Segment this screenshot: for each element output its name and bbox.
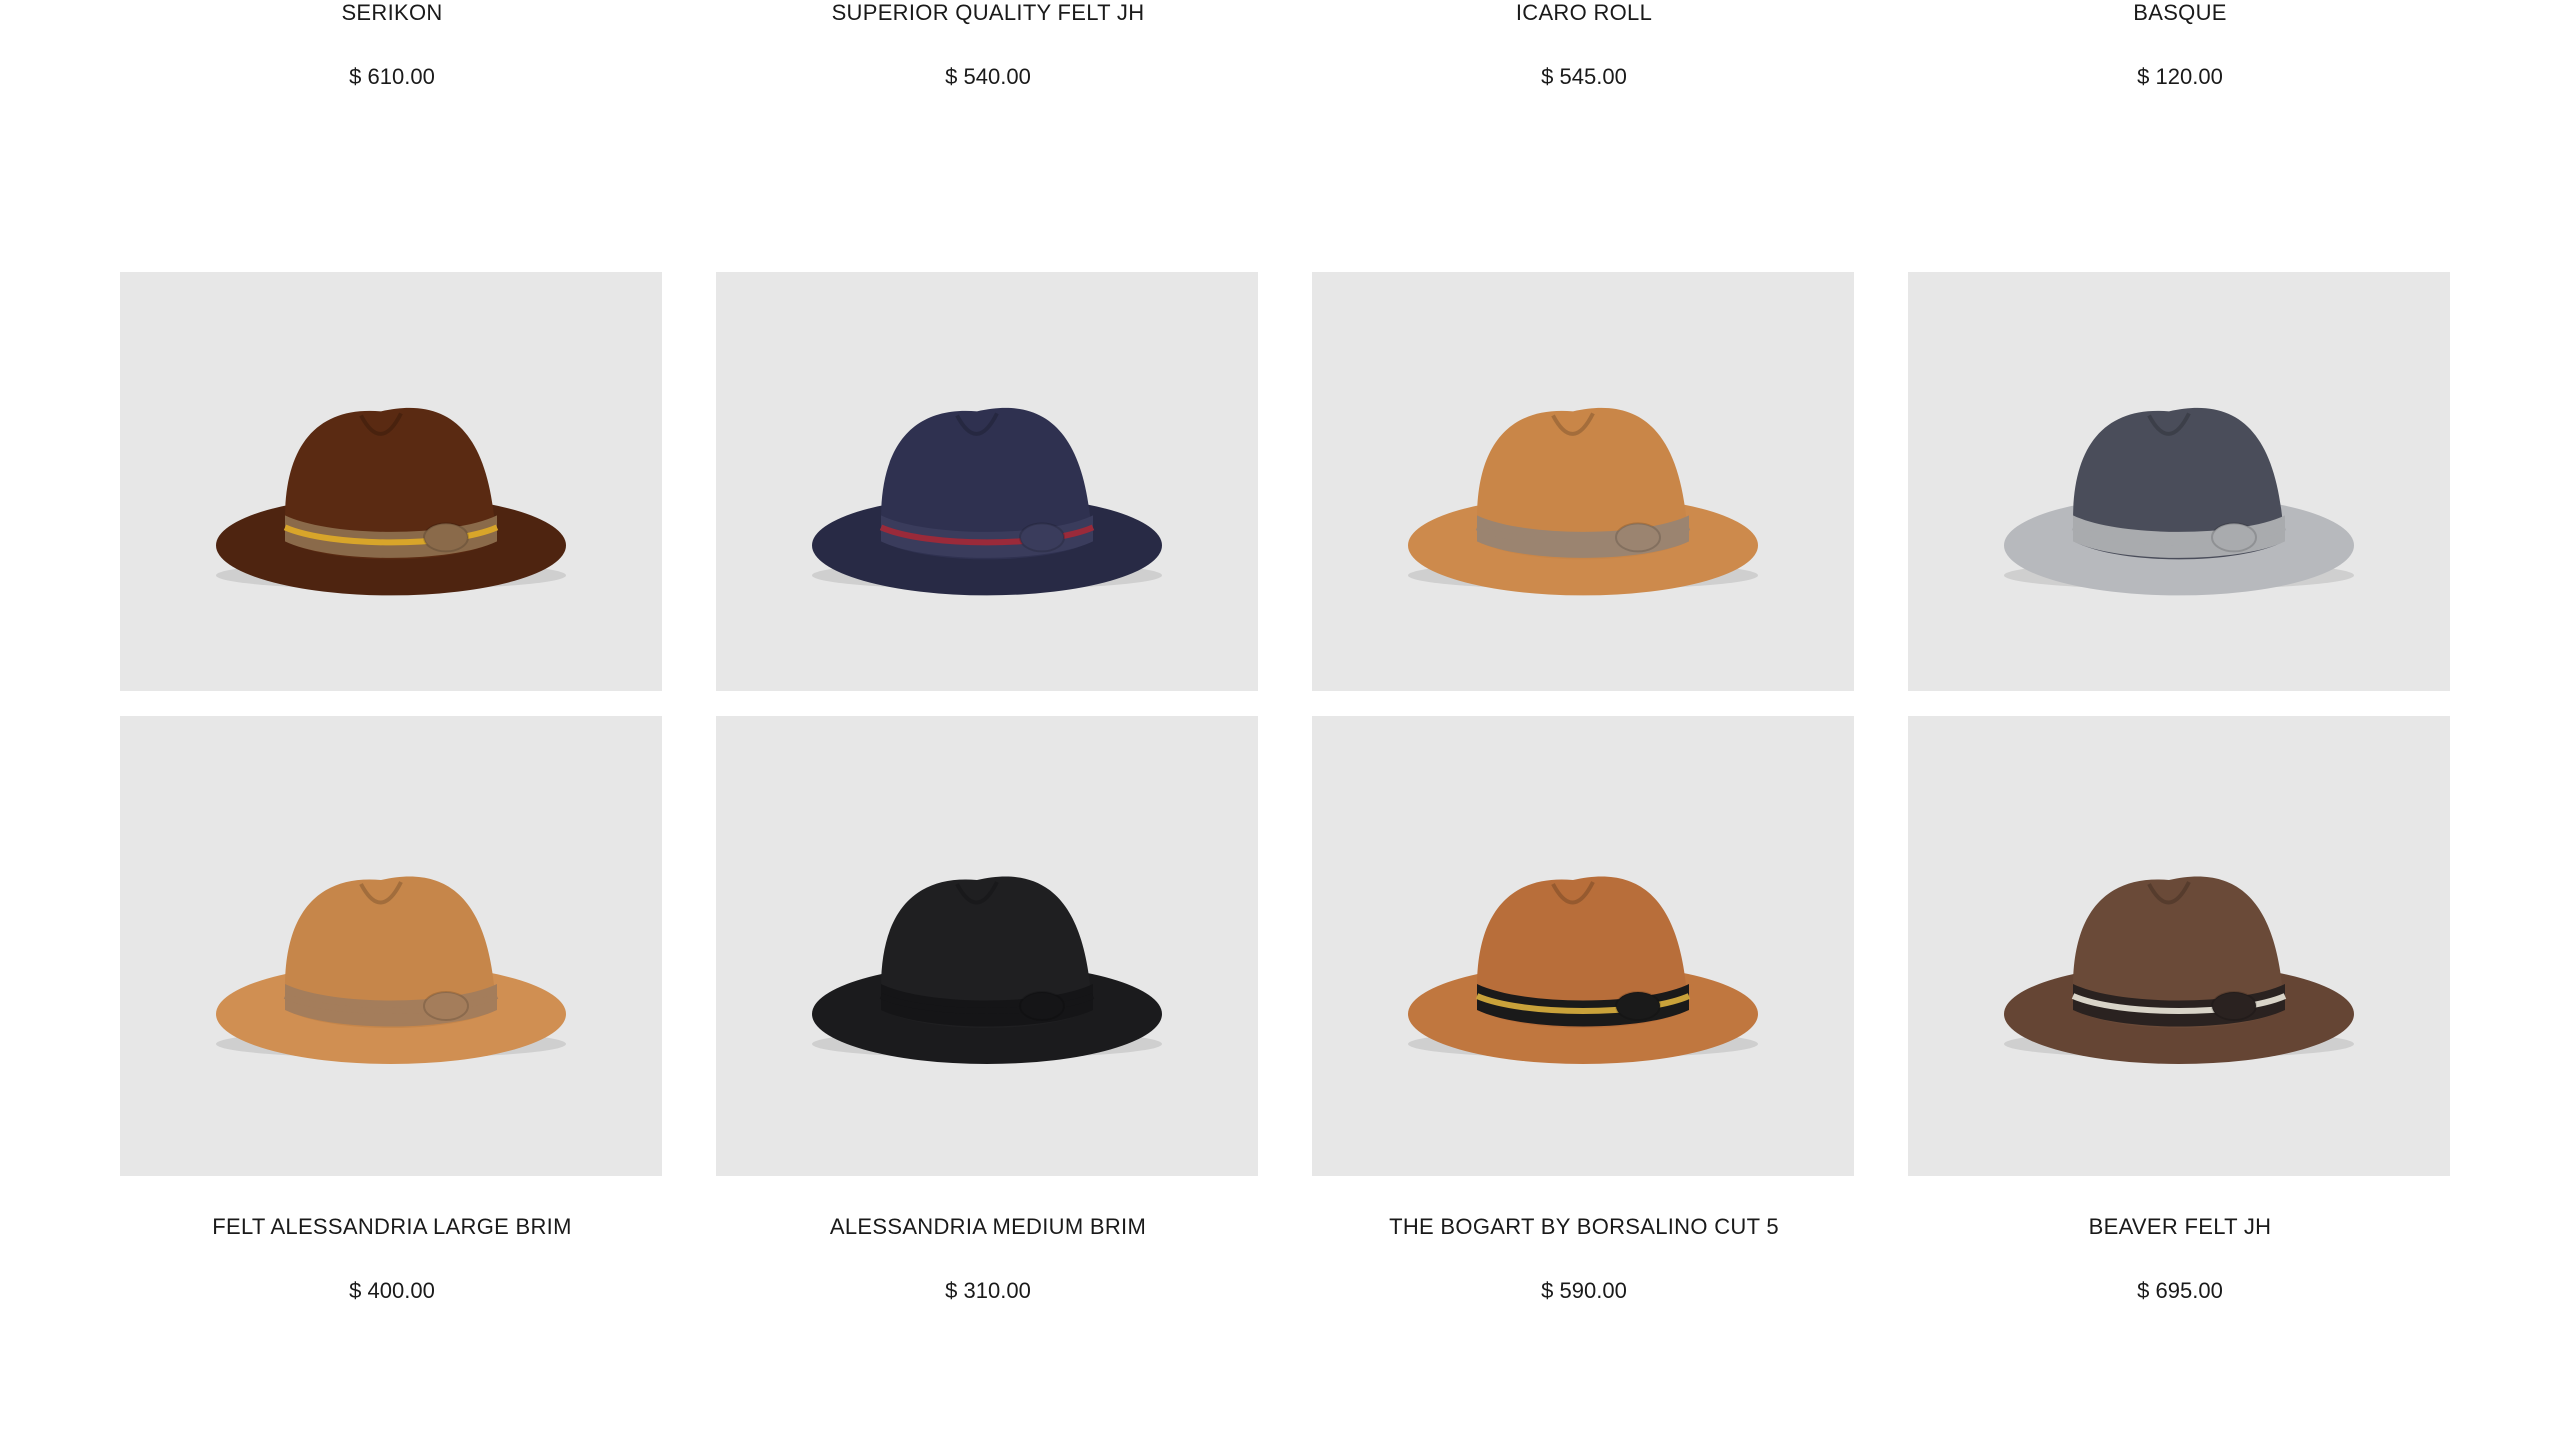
product-name[interactable]: SERIKON — [120, 0, 664, 26]
product-image[interactable] — [1312, 272, 1854, 691]
product-name[interactable]: SUPERIOR QUALITY FELT JH — [716, 0, 1260, 26]
product-image[interactable] — [120, 272, 662, 691]
product-image[interactable] — [1908, 716, 2450, 1176]
product-price: $ 400.00 — [349, 1278, 435, 1303]
product-price: $ 610.00 — [349, 64, 435, 89]
product-price: $ 545.00 — [1541, 64, 1627, 89]
brown-fedora-medallion-image — [2004, 876, 2354, 1064]
hat-bow — [2211, 522, 2257, 553]
brown-fedora-yellow-stripe-image — [216, 407, 566, 596]
charcoal-fedora-grey-brim-image — [2004, 407, 2354, 596]
product-name[interactable]: FELT ALESSANDRIA LARGE BRIM — [120, 1214, 664, 1240]
product-image[interactable] — [716, 716, 1258, 1176]
product-name[interactable]: THE BOGART BY BORSALINO CUT 5 — [1312, 1214, 1856, 1240]
black-fedora-image — [812, 876, 1162, 1064]
camel-fedora-large-brim-image — [216, 876, 566, 1064]
hat-bow — [1019, 991, 1065, 1021]
product-name[interactable]: BEAVER FELT JH — [1908, 1214, 2452, 1240]
tan-fedora-image — [1408, 407, 1758, 596]
product-price: $ 120.00 — [2137, 64, 2223, 89]
product-price: $ 310.00 — [945, 1278, 1031, 1303]
navy-fedora-red-stripe-image — [812, 407, 1162, 596]
rust-fedora-black-embroidered-band-image — [1408, 876, 1758, 1064]
hat-bow — [1019, 522, 1065, 553]
hat-bow — [1615, 522, 1661, 553]
product-price: $ 590.00 — [1541, 1278, 1627, 1303]
hat-bow — [2211, 991, 2257, 1021]
product-image[interactable] — [1312, 716, 1854, 1176]
product-image[interactable] — [716, 272, 1258, 691]
hat-bow — [423, 522, 469, 553]
hat-bow — [423, 991, 469, 1021]
hat-bow — [1615, 991, 1661, 1021]
product-name[interactable]: BASQUE — [1908, 0, 2452, 26]
product-name[interactable]: ALESSANDRIA MEDIUM BRIM — [716, 1214, 1260, 1240]
product-name[interactable]: ICARO ROLL — [1312, 0, 1856, 26]
product-price: $ 695.00 — [2137, 1278, 2223, 1303]
product-image[interactable] — [120, 716, 662, 1176]
product-price: $ 540.00 — [945, 64, 1031, 89]
product-image[interactable] — [1908, 272, 2450, 691]
